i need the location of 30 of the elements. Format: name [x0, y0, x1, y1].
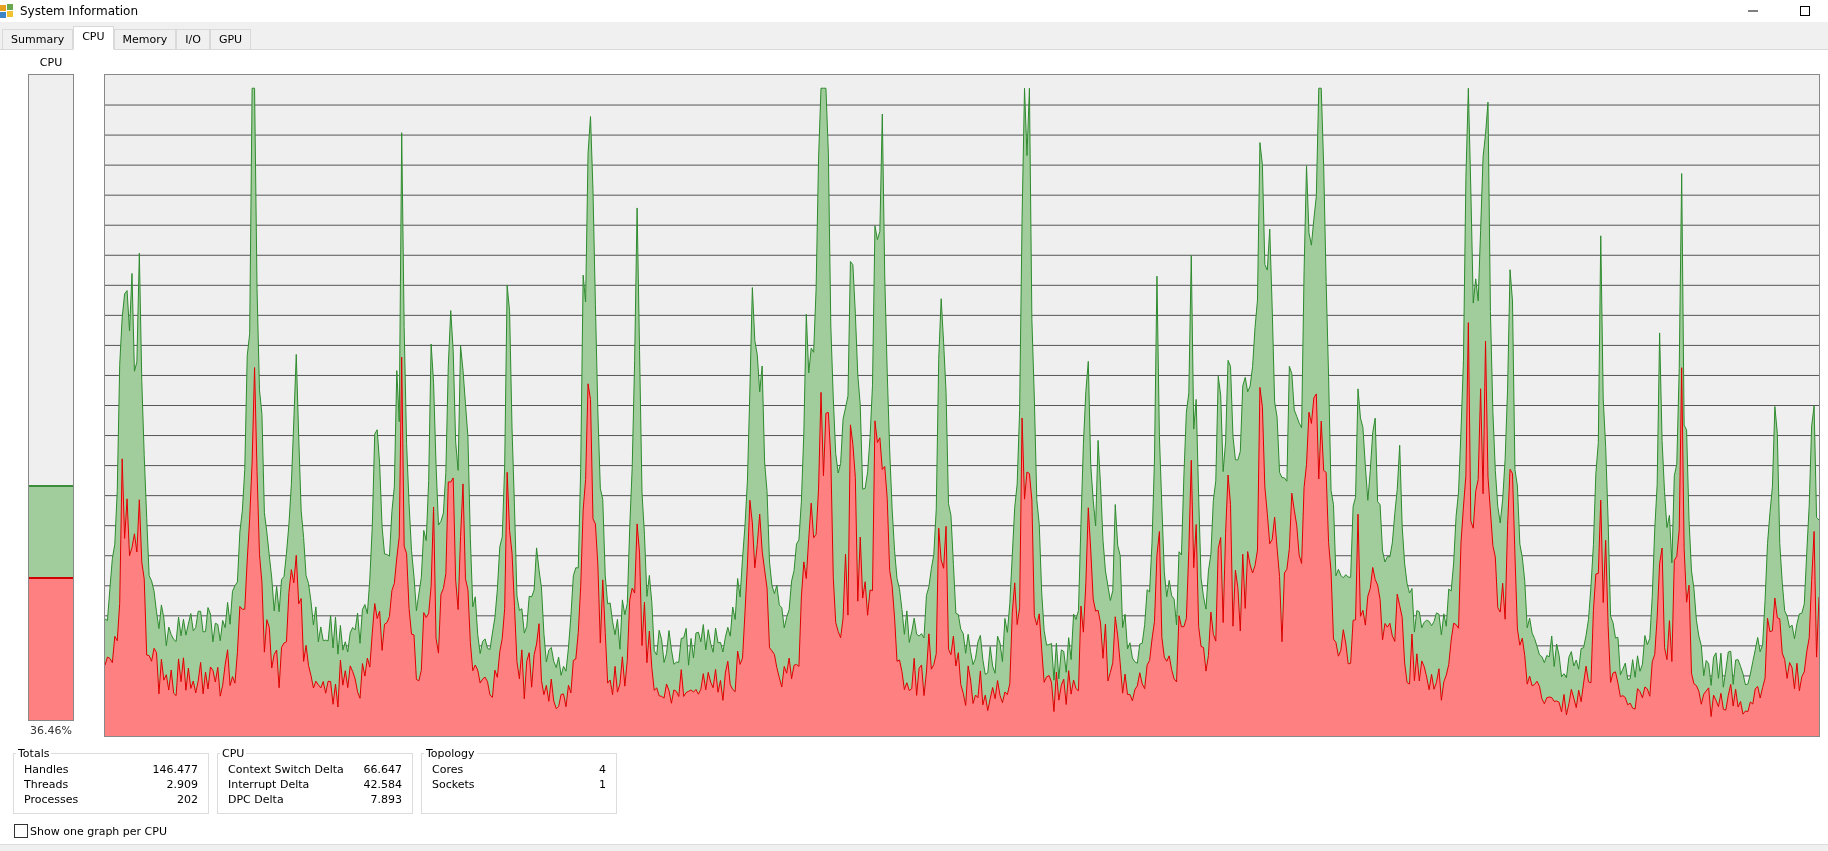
group-title: Totals — [17, 747, 51, 760]
tab[interactable]: GPU — [209, 29, 252, 49]
stat-value: 1 — [599, 778, 606, 791]
stat-label: Processes — [24, 793, 79, 806]
stat-value: 146.477 — [152, 763, 198, 776]
stat-value: 4 — [599, 763, 606, 776]
group-title: CPU — [221, 747, 246, 760]
tab[interactable]: Summary — [2, 29, 74, 49]
tab[interactable]: Memory — [113, 29, 177, 49]
group-title: Topology — [425, 747, 476, 760]
stat-label: Context Switch Delta — [228, 763, 344, 776]
stat-value: 202 — [177, 793, 198, 806]
stat-label: Cores — [432, 763, 464, 776]
checkbox-label: Show one graph per CPU — [30, 824, 167, 838]
stat-value: 7.893 — [370, 793, 402, 806]
stat-label: Interrupt Delta — [228, 778, 310, 791]
stat-label: Handles — [24, 763, 69, 776]
window-title: System Information — [20, 4, 140, 18]
tab[interactable]: CPU — [73, 26, 114, 50]
stat-label: Threads — [24, 778, 69, 791]
stat-value: 42.584 — [363, 778, 402, 791]
stat-label: Sockets — [432, 778, 475, 791]
meter-label: CPU — [39, 56, 63, 70]
checkbox[interactable] — [14, 824, 28, 838]
app-icon — [0, 4, 14, 18]
stat-value: 2.909 — [166, 778, 198, 791]
stat-label: DPC Delta — [228, 793, 284, 806]
cpu-percentage: 36.46% — [30, 724, 72, 737]
stat-value: 66.647 — [363, 763, 402, 776]
tab[interactable]: I/O — [176, 29, 210, 49]
